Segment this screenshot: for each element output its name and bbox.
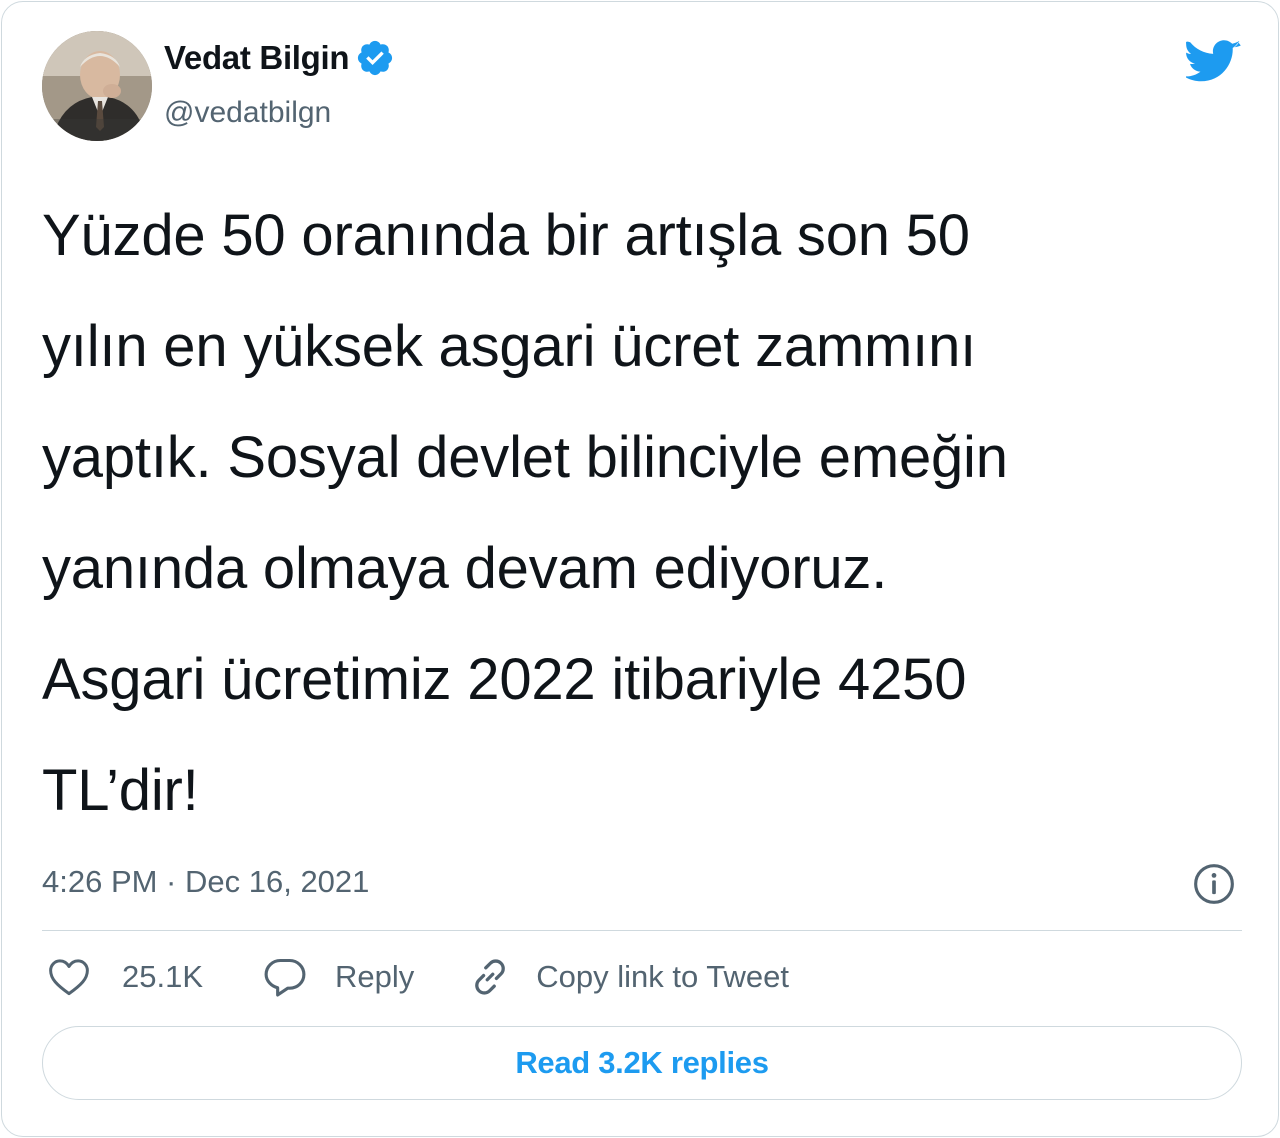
avatar[interactable] [42, 31, 152, 141]
avatar-image [42, 31, 152, 141]
author-name[interactable]: Vedat Bilgin [164, 38, 395, 78]
action-bar: 25.1K Reply Copy link to Tweet [42, 952, 789, 1002]
like-count: 25.1K [122, 959, 204, 994]
read-replies-button[interactable]: Read 3.2K replies [42, 1026, 1242, 1100]
author-handle[interactable]: @vedatbilgn [164, 96, 331, 130]
info-icon[interactable] [1192, 862, 1236, 906]
tweet-timestamp[interactable]: 4:26 PM · Dec 16, 2021 [42, 864, 369, 900]
verified-badge-icon [355, 38, 395, 78]
heart-icon [49, 959, 89, 996]
like-button[interactable]: 25.1K [42, 957, 203, 997]
link-icon [475, 959, 506, 995]
reply-label: Reply [335, 959, 415, 994]
read-replies-label: Read 3.2K replies [515, 1045, 769, 1080]
divider [42, 930, 1242, 931]
copy-link-label: Copy link to Tweet [536, 959, 790, 994]
reply-button[interactable]: Reply [263, 956, 414, 998]
twitter-bird-icon[interactable] [1183, 40, 1242, 86]
author-name-text: Vedat Bilgin [164, 39, 350, 76]
reply-bubble-icon [264, 958, 306, 997]
tweet-card: Vedat Bilgin @vedatbilgn Yüzde 50 oranın… [1, 1, 1279, 1137]
copy-link-button[interactable]: Copy link to Tweet [468, 955, 789, 999]
tweet-text: Yüzde 50 oranında bir artışla son 50 yıl… [42, 203, 1008, 823]
